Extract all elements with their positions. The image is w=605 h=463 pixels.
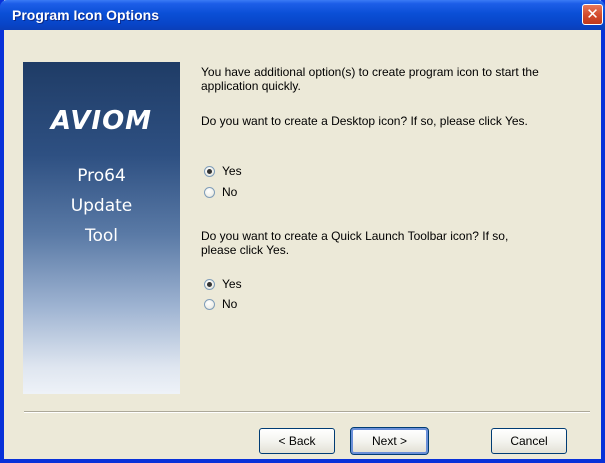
window-title: Program Icon Options bbox=[12, 7, 160, 23]
quicklaunch-yes-radio[interactable] bbox=[204, 279, 215, 290]
button-separator bbox=[24, 411, 590, 413]
product-name-line-1: Pro64 bbox=[77, 166, 126, 186]
desktop-question: Do you want to create a Desktop icon? If… bbox=[201, 114, 528, 128]
quicklaunch-no-label[interactable]: No bbox=[222, 297, 237, 311]
close-icon: ✕ bbox=[586, 5, 599, 23]
intro-text-line-2: application quickly. bbox=[201, 79, 301, 93]
title-bar[interactable]: Program Icon Options ✕ bbox=[0, 0, 605, 30]
brand-panel: AVIOM Pro64 Update Tool bbox=[23, 62, 180, 394]
next-button[interactable]: Next > bbox=[350, 427, 429, 455]
cancel-button[interactable]: Cancel bbox=[491, 428, 567, 454]
product-name-line-2: Update bbox=[70, 196, 133, 216]
product-name-line-3: Tool bbox=[84, 226, 119, 246]
desktop-yes-label[interactable]: Yes bbox=[222, 164, 242, 178]
quicklaunch-yes-label[interactable]: Yes bbox=[222, 277, 242, 291]
back-button[interactable]: < Back bbox=[259, 428, 335, 454]
close-button[interactable]: ✕ bbox=[582, 4, 603, 25]
desktop-no-radio[interactable] bbox=[204, 187, 215, 198]
intro-text-line-1: You have additional option(s) to create … bbox=[201, 65, 539, 79]
quicklaunch-no-radio[interactable] bbox=[204, 299, 215, 310]
desktop-yes-radio[interactable] bbox=[204, 166, 215, 177]
aviom-logo: AVIOM bbox=[50, 106, 153, 136]
quicklaunch-question-line-1: Do you want to create a Quick Launch Too… bbox=[201, 229, 509, 243]
desktop-no-label[interactable]: No bbox=[222, 185, 237, 199]
quicklaunch-question-line-2: please click Yes. bbox=[201, 243, 290, 257]
